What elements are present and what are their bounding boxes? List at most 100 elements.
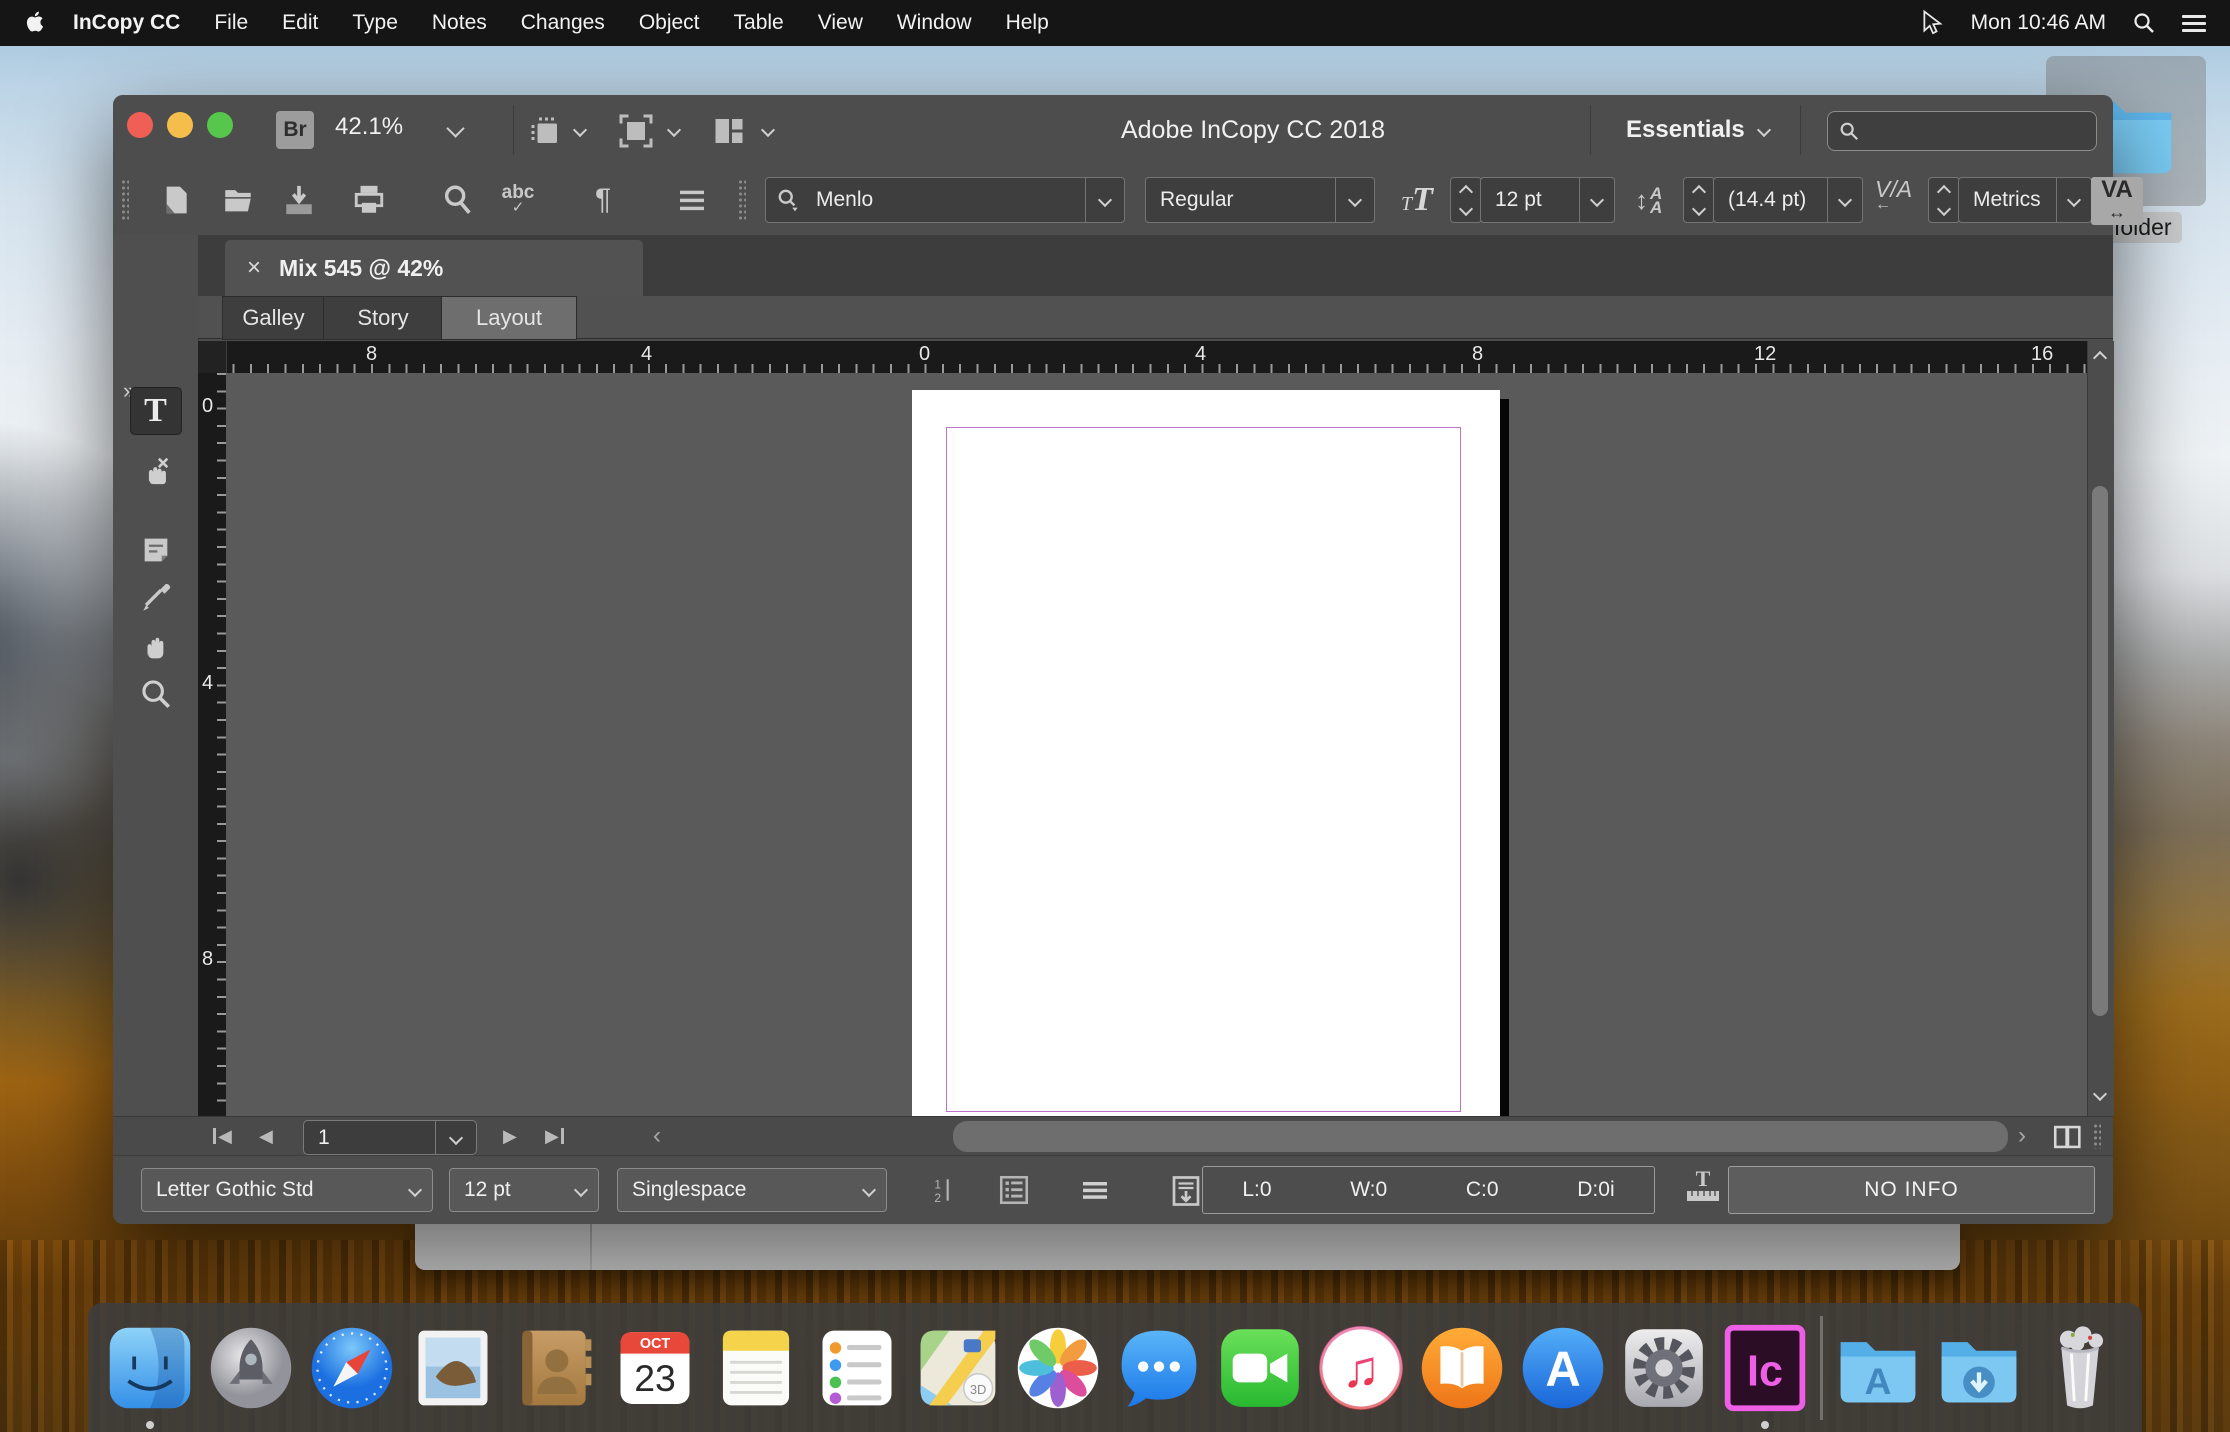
- show-hidden-characters-icon[interactable]: ¶: [584, 181, 622, 219]
- horizontal-scroll-thumb[interactable]: [953, 1121, 2008, 1152]
- page-number-field[interactable]: 1: [303, 1120, 477, 1155]
- note-tool[interactable]: [131, 527, 181, 573]
- page-depth-icon[interactable]: [1165, 1170, 1207, 1212]
- zoom-level-value[interactable]: 42.1%: [335, 113, 403, 141]
- toolbar-grip[interactable]: [121, 179, 129, 221]
- zoom-window-button[interactable]: [207, 112, 233, 138]
- document-layout-chevron-icon[interactable]: [761, 123, 775, 137]
- dock-app-store[interactable]: A: [1517, 1322, 1609, 1414]
- menu-file[interactable]: File: [214, 11, 248, 35]
- tab-galley[interactable]: Galley: [222, 296, 325, 340]
- document-tab[interactable]: × Mix 545 @ 42%: [225, 240, 643, 296]
- dock-notes[interactable]: [710, 1322, 802, 1414]
- menu-object[interactable]: Object: [639, 11, 700, 35]
- dock-safari[interactable]: [306, 1322, 398, 1414]
- apple-menu-icon[interactable]: [26, 10, 48, 36]
- font-style-field[interactable]: Regular: [1145, 177, 1375, 223]
- window-titlebar[interactable]: Br 42.1% Adobe InCopy CC 2018: [113, 95, 2113, 166]
- status-spacing-field[interactable]: Singlespace: [617, 1168, 887, 1212]
- toolbar-menu-icon[interactable]: [673, 181, 711, 219]
- font-size-stepper[interactable]: [1450, 177, 1482, 223]
- menu-app-name[interactable]: InCopy CC: [73, 11, 180, 35]
- scroll-up-icon[interactable]: [2093, 351, 2107, 365]
- previous-page-button[interactable]: ◀: [259, 1121, 273, 1151]
- dock-applications-folder[interactable]: A: [1832, 1322, 1924, 1414]
- vertical-ruler[interactable]: 0 4 8: [198, 373, 226, 1116]
- dock-system-preferences[interactable]: [1618, 1322, 1710, 1414]
- spellcheck-icon[interactable]: abc ✓: [499, 181, 537, 219]
- layout-canvas[interactable]: [226, 373, 2087, 1116]
- font-size-dropdown[interactable]: [1579, 178, 1614, 222]
- line-numbers-icon[interactable]: 12: [923, 1170, 967, 1210]
- page-number-dropdown[interactable]: [435, 1121, 476, 1154]
- tab-layout[interactable]: Layout: [441, 296, 577, 340]
- dock-launchpad[interactable]: [205, 1322, 297, 1414]
- menu-help[interactable]: Help: [1006, 11, 1049, 35]
- column-view-icon[interactable]: [991, 1170, 1037, 1210]
- vertical-scrollbar[interactable]: [2087, 341, 2114, 1116]
- font-family-field[interactable]: Menlo: [765, 177, 1125, 223]
- background-window-bottom[interactable]: [415, 1223, 1960, 1270]
- stepper-down-icon[interactable]: [1459, 201, 1473, 215]
- eyedropper-tool[interactable]: [131, 575, 181, 621]
- dock-reminders[interactable]: [811, 1322, 903, 1414]
- menu-notes[interactable]: Notes: [432, 11, 487, 35]
- dock-incopy[interactable]: Ic: [1719, 1322, 1811, 1414]
- menu-table[interactable]: Table: [734, 11, 784, 35]
- open-document-icon[interactable]: [219, 181, 257, 219]
- dock-downloads-folder[interactable]: [1933, 1322, 2025, 1414]
- dock-itunes[interactable]: ♫: [1315, 1322, 1407, 1414]
- status-size-field[interactable]: 12 pt: [449, 1168, 599, 1212]
- spotlight-search-icon[interactable]: [2132, 11, 2156, 35]
- workspace-switcher[interactable]: Essentials: [1626, 95, 1769, 165]
- new-document-icon[interactable]: [157, 181, 195, 219]
- leading-stepper[interactable]: [1683, 177, 1715, 223]
- screen-mode-icon[interactable]: [618, 113, 654, 149]
- vertical-scroll-thumb[interactable]: [2092, 486, 2108, 1016]
- last-page-button[interactable]: ▶: [545, 1121, 564, 1151]
- tab-close-icon[interactable]: ×: [247, 254, 261, 282]
- toolbar-grip[interactable]: [738, 179, 746, 221]
- menu-view[interactable]: View: [818, 11, 863, 35]
- leading-dropdown[interactable]: [1827, 178, 1862, 222]
- bridge-button[interactable]: Br: [276, 111, 314, 149]
- scroll-left-icon[interactable]: ‹: [653, 1121, 661, 1151]
- type-tool[interactable]: T: [130, 387, 182, 435]
- dock-calendar[interactable]: OCT 23: [609, 1322, 701, 1414]
- menu-changes[interactable]: Changes: [521, 11, 605, 35]
- scroll-right-icon[interactable]: ›: [2018, 1121, 2026, 1151]
- kerning-stepper[interactable]: [1928, 177, 1960, 223]
- font-style-dropdown[interactable]: [1335, 178, 1374, 222]
- scroll-down-icon[interactable]: [2093, 1087, 2107, 1101]
- dock-facetime[interactable]: [1214, 1322, 1306, 1414]
- menu-edit[interactable]: Edit: [282, 11, 318, 35]
- kerning-field[interactable]: Metrics: [1958, 177, 2092, 223]
- menu-type[interactable]: Type: [352, 11, 398, 35]
- ruler-corner[interactable]: [198, 341, 227, 373]
- menu-window[interactable]: Window: [897, 11, 972, 35]
- print-icon[interactable]: [350, 181, 388, 219]
- position-tool[interactable]: [131, 447, 181, 493]
- notification-center-icon[interactable]: [2182, 11, 2206, 36]
- find-icon[interactable]: [439, 181, 477, 219]
- hand-tool[interactable]: [131, 624, 181, 670]
- dock-trash[interactable]: [2034, 1322, 2126, 1414]
- next-page-button[interactable]: ▶: [503, 1121, 517, 1151]
- document-page[interactable]: [912, 390, 1500, 1116]
- screen-mode-chevron-icon[interactable]: [667, 123, 681, 137]
- leading-field[interactable]: (14.4 pt): [1713, 177, 1863, 223]
- close-window-button[interactable]: [127, 112, 153, 138]
- text-depth-ruler-icon[interactable]: T: [1683, 1168, 1723, 1212]
- tab-story[interactable]: Story: [323, 296, 443, 340]
- font-family-dropdown[interactable]: [1085, 178, 1124, 222]
- dock-finder[interactable]: [104, 1322, 196, 1414]
- dock-messages[interactable]: [1113, 1322, 1205, 1414]
- menu-clock[interactable]: Mon 10:46 AM: [1971, 11, 2106, 35]
- dock-maps[interactable]: 3D: [912, 1322, 1004, 1414]
- zoom-tool[interactable]: [131, 671, 181, 717]
- font-size-field[interactable]: 12 pt: [1480, 177, 1615, 223]
- spread-view-icon[interactable]: [2051, 1122, 2085, 1152]
- first-page-button[interactable]: ◀: [213, 1121, 232, 1151]
- window-resize-grip[interactable]: [2093, 1123, 2101, 1149]
- dock-contacts[interactable]: [508, 1322, 600, 1414]
